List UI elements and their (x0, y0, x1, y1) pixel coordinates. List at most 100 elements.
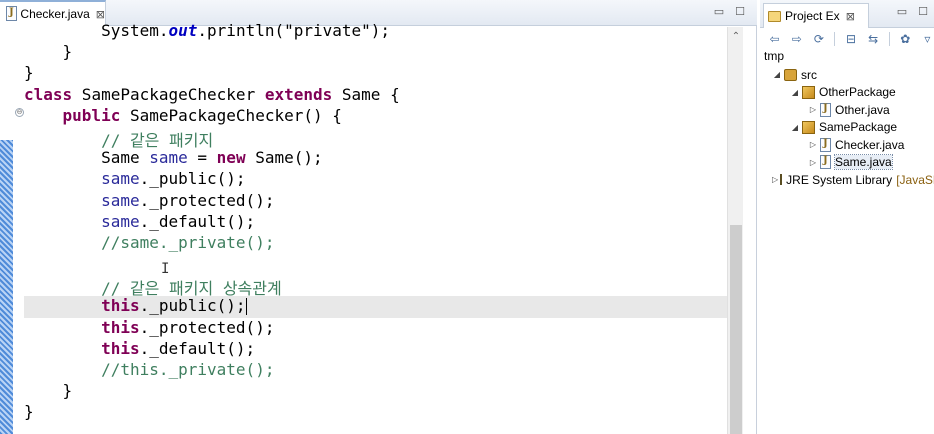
java-file-icon (820, 155, 831, 170)
tab-label: Project Ex (785, 9, 840, 23)
code-line[interactable]: } (24, 402, 727, 423)
code-token: ._protected(); (139, 190, 275, 210)
expand-arrow-icon[interactable]: ▷ (808, 158, 818, 167)
code-line[interactable]: same._default(); (24, 212, 727, 233)
package-icon (802, 120, 815, 134)
explorer-toolbar: ⇦ ⇨ ⟳ ⊟ ⇆ ✿ ▿ (760, 29, 934, 49)
code-token: ._default(); (139, 338, 256, 358)
code-line[interactable]: // 같은 패키지 (24, 127, 727, 150)
tab-project-explorer[interactable]: Project Ex ⊠ (763, 3, 869, 28)
code-token: //same._private(); (24, 232, 275, 252)
toolbar-separator (834, 32, 836, 46)
code-line[interactable]: this._public(); (24, 296, 727, 318)
tree-item[interactable]: ▷ Checker.java (760, 136, 934, 154)
code-token: new (216, 148, 246, 168)
code-line[interactable]: this._protected(); (24, 318, 727, 339)
minimize-icon[interactable]: ▭ (712, 5, 726, 19)
code-line[interactable] (24, 254, 727, 275)
close-icon[interactable]: ⊠ (846, 10, 855, 23)
collapse-all-icon[interactable]: ⊟ (844, 32, 857, 46)
expand-arrow-icon[interactable]: ▷ (772, 175, 778, 184)
collapse-arrow-icon[interactable]: ◢ (790, 123, 800, 132)
code-token: same (149, 148, 188, 168)
code-line[interactable]: class SamePackageChecker extends Same { (24, 85, 727, 106)
forward-icon[interactable]: ⇨ (790, 32, 803, 46)
code-token: } (24, 63, 34, 83)
collapse-arrow-icon[interactable]: ◢ (790, 88, 800, 97)
code-token: same (101, 211, 140, 231)
code-editor[interactable]: System.out.println("private"); }} class S… (24, 21, 727, 424)
code-line[interactable]: // 같은 패키지 상속관계 (24, 275, 727, 299)
fold-collapse-icon[interactable]: ⊖ (15, 108, 24, 117)
code-line[interactable]: System.out.println("private"); (24, 21, 727, 42)
close-icon[interactable]: ⊠ (96, 8, 105, 21)
code-token: same (101, 190, 140, 210)
code-line[interactable]: //same._private(); (24, 233, 727, 254)
code-token: } (24, 381, 73, 401)
library-icon (780, 174, 783, 186)
code-token: // 같은 패키지 상속관계 (24, 279, 282, 299)
java-file-icon (820, 137, 831, 152)
tree-item[interactable]: ◢ src (760, 66, 934, 84)
code-token: this (101, 296, 140, 316)
maximize-icon[interactable]: ☐ (916, 5, 930, 19)
collapse-arrow-icon[interactable]: ◢ (772, 70, 782, 79)
tree-item-label: JRE System Library (786, 172, 893, 187)
vertical-scrollbar[interactable]: ⌃ (727, 27, 743, 434)
code-token: } (24, 402, 34, 422)
code-token: .println("private"); (197, 21, 391, 40)
scroll-up-icon[interactable]: ⌃ (728, 29, 744, 45)
code-line[interactable]: this._default(); (24, 339, 727, 360)
code-token: public (62, 105, 121, 125)
java-file-icon (820, 102, 831, 117)
view-menu-icon[interactable]: ▿ (921, 32, 934, 46)
code-token: Same { (332, 84, 400, 104)
tree-item-label: Same.java (834, 154, 893, 171)
code-line[interactable]: //this._private(); (24, 360, 727, 381)
tree-item[interactable]: ▷ Same.java (760, 154, 934, 172)
code-token: System. (24, 21, 169, 40)
package-icon (802, 85, 815, 99)
code-token: ._default(); (139, 211, 256, 231)
minimize-icon[interactable]: ▭ (895, 5, 909, 19)
expand-arrow-icon[interactable]: ▷ (808, 140, 818, 149)
code-token: ._public(); (139, 169, 246, 189)
code-token: // 같은 패키지 (24, 130, 214, 150)
code-token: this (101, 317, 140, 337)
tree-item[interactable]: ▷ Other.java (760, 101, 934, 119)
tree-item[interactable]: ▷ JRE System Library[JavaSE-1.8] (760, 171, 934, 189)
tree-item[interactable]: ◢ SamePackage (760, 119, 934, 137)
code-token: = (187, 148, 217, 168)
code-line[interactable]: public SamePackageChecker() { (24, 106, 727, 127)
source-folder-icon (784, 68, 797, 81)
code-line[interactable]: Same same = new Same(); (24, 148, 727, 169)
tree-item[interactable]: ◢ OtherPackage (760, 84, 934, 102)
link-icon[interactable]: ⟳ (812, 32, 825, 46)
scrollbar-thumb[interactable] (730, 225, 742, 434)
editor-pane: J Checker.java ⊠ ▭ ☐ ⊖ System.out.printl… (0, 0, 757, 434)
code-line[interactable]: same._protected(); (24, 191, 727, 212)
expand-arrow-icon[interactable]: ▷ (808, 105, 818, 114)
code-line[interactable]: } (24, 381, 727, 402)
mouse-ibeam-cursor-icon: I (161, 261, 170, 277)
code-line[interactable]: same._public(); (24, 169, 727, 190)
toolbar-separator (888, 32, 890, 46)
back-icon[interactable]: ⇦ (768, 32, 781, 46)
filter-icon[interactable]: ✿ (899, 32, 912, 46)
project-root-label[interactable]: tmp (764, 49, 784, 63)
code-token: SamePackageChecker (72, 84, 265, 104)
link-with-editor-icon[interactable]: ⇆ (867, 32, 880, 46)
tree-item-label: SamePackage (819, 120, 898, 135)
explorer-tab-bar: Project Ex ⊠ ▭ ☐ (760, 0, 934, 28)
code-token: ._public(); (139, 296, 246, 316)
code-line[interactable]: } (24, 42, 727, 63)
code-line[interactable]: } (24, 63, 727, 84)
maximize-icon[interactable]: ☐ (733, 5, 747, 19)
project-tree: ◢src◢OtherPackage▷Other.java ◢ SamePackage… (760, 66, 934, 189)
